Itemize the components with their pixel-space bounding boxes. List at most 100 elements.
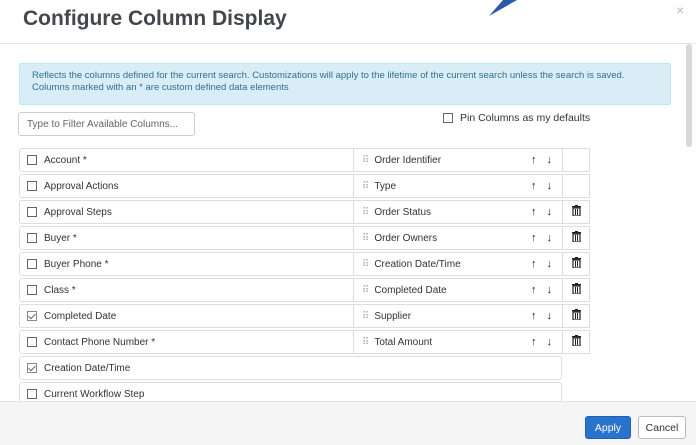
close-icon[interactable]: × — [676, 2, 684, 18]
trash-icon[interactable] — [571, 309, 581, 323]
column-checkbox[interactable] — [27, 155, 37, 165]
delete-cell — [562, 174, 590, 198]
info-message: Reflects the columns defined for the cur… — [19, 63, 671, 105]
selected-column-label: Supplier — [374, 310, 412, 322]
column-checkbox[interactable] — [27, 207, 37, 217]
move-arrows: ↑ ↓ — [531, 258, 552, 270]
selected-column-box[interactable]: ⠿ Type ↑ ↓ — [353, 174, 562, 198]
selected-column-label: Order Owners — [374, 232, 438, 244]
scrollbar[interactable] — [686, 44, 692, 147]
available-column-label: Account * — [44, 154, 87, 166]
move-up-icon[interactable]: ↑ — [531, 284, 537, 296]
selected-column-label: Type — [374, 180, 397, 192]
move-up-icon[interactable]: ↑ — [531, 206, 537, 218]
move-arrows: ↑ ↓ — [531, 284, 552, 296]
delete-cell — [562, 226, 590, 250]
move-up-icon[interactable]: ↑ — [531, 336, 537, 348]
trash-icon[interactable] — [571, 283, 581, 297]
move-arrows: ↑ ↓ — [531, 206, 552, 218]
delete-cell — [562, 278, 590, 302]
selected-column-box[interactable]: ⠿ Creation Date/Time ↑ ↓ — [353, 252, 562, 276]
move-down-icon[interactable]: ↓ — [547, 206, 553, 218]
drag-handle-icon[interactable]: ⠿ — [362, 155, 369, 166]
selected-column-box[interactable]: ⠿ Total Amount ↑ ↓ — [353, 330, 562, 354]
move-up-icon[interactable]: ↑ — [531, 310, 537, 322]
selected-column-label: Order Status — [374, 206, 432, 218]
apply-button[interactable]: Apply — [585, 416, 631, 439]
column-checkbox[interactable] — [27, 389, 37, 399]
selected-column-box[interactable]: ⠿ Completed Date ↑ ↓ — [353, 278, 562, 302]
dialog-title: Configure Column Display — [23, 7, 287, 30]
move-arrows: ↑ ↓ — [531, 154, 552, 166]
dialog-footer: Apply Cancel — [0, 401, 696, 445]
selected-column-item[interactable]: ⠿ Order Owners ↑ ↓ — [353, 226, 590, 250]
column-checkbox[interactable] — [27, 363, 37, 373]
drag-handle-icon[interactable]: ⠿ — [362, 207, 369, 218]
move-down-icon[interactable]: ↓ — [547, 232, 553, 244]
available-column-label: Approval Steps — [44, 206, 112, 218]
selected-column-item[interactable]: ⠿ Supplier ↑ ↓ — [353, 304, 590, 328]
move-arrows: ↑ ↓ — [531, 180, 552, 192]
move-down-icon[interactable]: ↓ — [547, 284, 553, 296]
available-column-item[interactable]: Creation Date/Time — [19, 356, 562, 380]
available-column-label: Completed Date — [44, 310, 117, 322]
move-down-icon[interactable]: ↓ — [547, 310, 553, 322]
column-checkbox[interactable] — [27, 233, 37, 243]
delete-cell — [562, 304, 590, 328]
delete-cell — [562, 252, 590, 276]
delete-cell — [562, 330, 590, 354]
pin-columns-checkbox[interactable]: Pin Columns as my defaults — [443, 112, 590, 124]
pointer-arrow-graphic — [489, 0, 517, 16]
filter-columns-input[interactable] — [18, 112, 195, 136]
column-checkbox[interactable] — [27, 311, 37, 321]
selected-column-item[interactable]: ⠿ Total Amount ↑ ↓ — [353, 330, 590, 354]
selected-column-item[interactable]: ⠿ Order Identifier ↑ ↓ — [353, 148, 590, 172]
column-checkbox[interactable] — [27, 337, 37, 347]
move-down-icon[interactable]: ↓ — [547, 154, 553, 166]
column-checkbox[interactable] — [27, 181, 37, 191]
selected-column-item[interactable]: ⠿ Type ↑ ↓ — [353, 174, 590, 198]
selected-column-box[interactable]: ⠿ Order Identifier ↑ ↓ — [353, 148, 562, 172]
move-up-icon[interactable]: ↑ — [531, 154, 537, 166]
trash-icon[interactable] — [571, 335, 581, 349]
move-down-icon[interactable]: ↓ — [547, 180, 553, 192]
selected-column-box[interactable]: ⠿ Order Status ↑ ↓ — [353, 200, 562, 224]
move-down-icon[interactable]: ↓ — [547, 258, 553, 270]
selected-column-item[interactable]: ⠿ Order Status ↑ ↓ — [353, 200, 590, 224]
available-column-label: Buyer * — [44, 232, 77, 244]
trash-icon[interactable] — [571, 205, 581, 219]
column-checkbox[interactable] — [27, 285, 37, 295]
pin-checkbox-box[interactable] — [443, 113, 453, 123]
move-arrows: ↑ ↓ — [531, 232, 552, 244]
move-arrows: ↑ ↓ — [531, 336, 552, 348]
drag-handle-icon[interactable]: ⠿ — [362, 181, 369, 192]
trash-icon[interactable] — [571, 257, 581, 271]
dialog-header: Configure Column Display × — [0, 0, 696, 44]
available-column-label: Approval Actions — [44, 180, 119, 192]
available-column-label: Class * — [44, 284, 76, 296]
selected-column-item[interactable]: ⠿ Completed Date ↑ ↓ — [353, 278, 590, 302]
column-checkbox[interactable] — [27, 259, 37, 269]
drag-handle-icon[interactable]: ⠿ — [362, 337, 369, 348]
move-up-icon[interactable]: ↑ — [531, 232, 537, 244]
move-down-icon[interactable]: ↓ — [547, 336, 553, 348]
pin-columns-label: Pin Columns as my defaults — [460, 112, 591, 124]
drag-handle-icon[interactable]: ⠿ — [362, 259, 369, 270]
selected-column-box[interactable]: ⠿ Order Owners ↑ ↓ — [353, 226, 562, 250]
selected-columns-list: ⠿ Order Identifier ↑ ↓ ⠿ Type ↑ ↓ ⠿ Order Status ↑… — [353, 148, 590, 356]
available-column-label: Buyer Phone * — [44, 258, 109, 270]
selected-column-label: Completed Date — [374, 284, 447, 296]
drag-handle-icon[interactable]: ⠿ — [362, 311, 369, 322]
delete-cell — [562, 200, 590, 224]
cancel-button[interactable]: Cancel — [638, 416, 686, 439]
selected-column-item[interactable]: ⠿ Creation Date/Time ↑ ↓ — [353, 252, 590, 276]
move-up-icon[interactable]: ↑ — [531, 258, 537, 270]
trash-icon[interactable] — [571, 231, 581, 245]
drag-handle-icon[interactable]: ⠿ — [362, 233, 369, 244]
available-column-label: Contact Phone Number * — [44, 336, 156, 348]
drag-handle-icon[interactable]: ⠿ — [362, 285, 369, 296]
delete-cell — [562, 148, 590, 172]
selected-column-box[interactable]: ⠿ Supplier ↑ ↓ — [353, 304, 562, 328]
selected-column-label: Order Identifier — [374, 154, 442, 166]
move-up-icon[interactable]: ↑ — [531, 180, 537, 192]
